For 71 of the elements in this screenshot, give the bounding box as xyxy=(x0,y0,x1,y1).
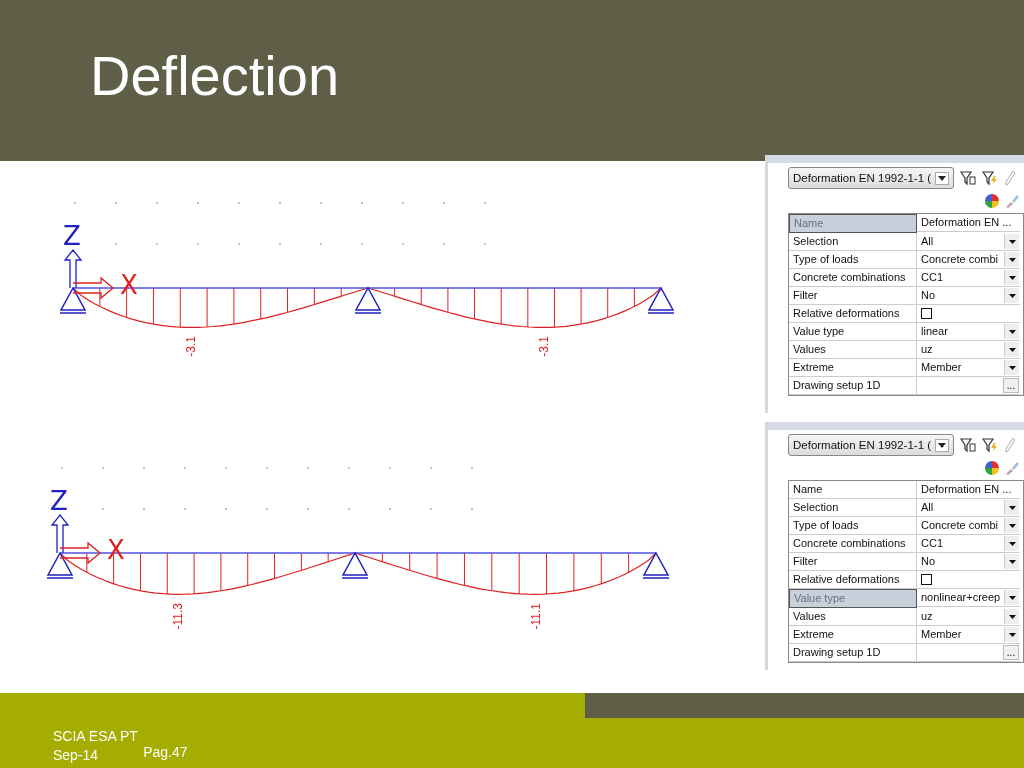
filter-lightning-icon[interactable] xyxy=(982,170,999,186)
deflection-value: -11.1 xyxy=(528,603,543,630)
caret-icon[interactable] xyxy=(1004,518,1019,533)
deflection-value: -3.1 xyxy=(184,336,198,357)
value-dropdown[interactable]: linear xyxy=(917,323,1020,341)
caret-icon[interactable] xyxy=(1004,590,1019,605)
property-label[interactable]: Selection xyxy=(789,499,917,517)
deflection-value: -3.1 xyxy=(536,336,551,357)
property-label[interactable]: Concrete combinations xyxy=(789,535,917,553)
caret-icon[interactable] xyxy=(1004,554,1019,569)
property-label[interactable]: Extreme xyxy=(789,626,917,644)
date-text: Sep-14 xyxy=(53,747,99,763)
caret-icon[interactable] xyxy=(1004,270,1019,285)
property-label[interactable]: Name xyxy=(789,481,917,499)
value-dropdown[interactable]: No xyxy=(917,287,1020,305)
caret-icon[interactable] xyxy=(935,438,950,452)
type-dropdown[interactable]: Deformation EN 1992-1-1 ( xyxy=(788,434,955,456)
property-label[interactable]: Values xyxy=(789,341,917,359)
deflection-value: -11.3 xyxy=(171,603,185,630)
value-dropdown[interactable]: Concrete combi xyxy=(917,251,1020,269)
checkbox[interactable] xyxy=(921,308,932,319)
value-dropdown[interactable]: uz xyxy=(917,608,1020,626)
value-dropdown[interactable]: All xyxy=(917,499,1020,517)
property-label[interactable]: Values xyxy=(789,608,917,626)
value-dropdown[interactable]: CC1 xyxy=(917,535,1020,553)
property-label[interactable]: Drawing setup 1D xyxy=(789,644,917,662)
caret-icon[interactable] xyxy=(935,171,950,185)
caret-icon[interactable] xyxy=(1004,500,1019,515)
caret-icon[interactable] xyxy=(1004,234,1019,249)
more-button[interactable]: ... xyxy=(1003,378,1019,393)
caret-icon[interactable] xyxy=(1004,627,1019,642)
value-field[interactable]: Deformation EN ... xyxy=(917,214,1020,232)
caret-icon[interactable] xyxy=(1004,324,1019,339)
value-dropdown[interactable]: No xyxy=(917,553,1020,571)
caret-icon[interactable] xyxy=(1004,360,1019,375)
value-dropdown[interactable]: CC1 xyxy=(917,269,1020,287)
filter-icon[interactable] xyxy=(960,170,977,186)
caret-icon[interactable] xyxy=(1004,252,1019,267)
value-dropdown[interactable]: nonlinear+creep xyxy=(917,589,1020,607)
value-field[interactable]: Deformation EN ... xyxy=(917,481,1020,499)
company-name: SCIA ESA PT xyxy=(53,728,139,744)
property-label[interactable]: Concrete combinations xyxy=(789,269,917,287)
caret-icon[interactable] xyxy=(1004,536,1019,551)
z-axis-label: Z xyxy=(63,221,81,251)
value-dropdown[interactable]: uz xyxy=(917,341,1020,359)
property-label[interactable]: Extreme xyxy=(789,359,917,377)
property-label[interactable]: Drawing setup 1D xyxy=(789,377,917,395)
caret-icon[interactable] xyxy=(1004,609,1019,624)
property-label[interactable]: Selection xyxy=(789,233,917,251)
value-dropdown[interactable]: Member xyxy=(917,359,1020,377)
property-label[interactable]: Type of loads xyxy=(789,517,917,535)
filter-lightning-icon[interactable] xyxy=(982,437,999,453)
color-wheel-icon[interactable] xyxy=(984,193,1000,209)
slide-title: Deflection xyxy=(90,43,340,109)
value-dropdown[interactable]: Concrete combi xyxy=(917,517,1020,535)
z-axis-label: Z xyxy=(50,486,68,516)
value-dropdown[interactable]: Member xyxy=(917,626,1020,644)
color-wheel-icon[interactable] xyxy=(984,460,1000,476)
caret-icon[interactable] xyxy=(1004,342,1019,357)
filter-icon[interactable] xyxy=(960,437,977,453)
property-label[interactable]: Value type xyxy=(789,323,917,341)
checkbox[interactable] xyxy=(921,574,932,585)
property-label[interactable]: Relative deformations xyxy=(789,305,917,323)
property-label[interactable]: Filter xyxy=(789,287,917,305)
type-dropdown[interactable]: Deformation EN 1992-1-1 ( xyxy=(788,167,955,189)
property-label[interactable]: Type of loads xyxy=(789,251,917,269)
property-label[interactable]: Filter xyxy=(789,553,917,571)
caret-icon[interactable] xyxy=(1004,288,1019,303)
more-button[interactable]: ... xyxy=(1003,645,1019,660)
value-dropdown[interactable]: All xyxy=(917,233,1020,251)
page-number: Pag.47 xyxy=(143,744,188,760)
